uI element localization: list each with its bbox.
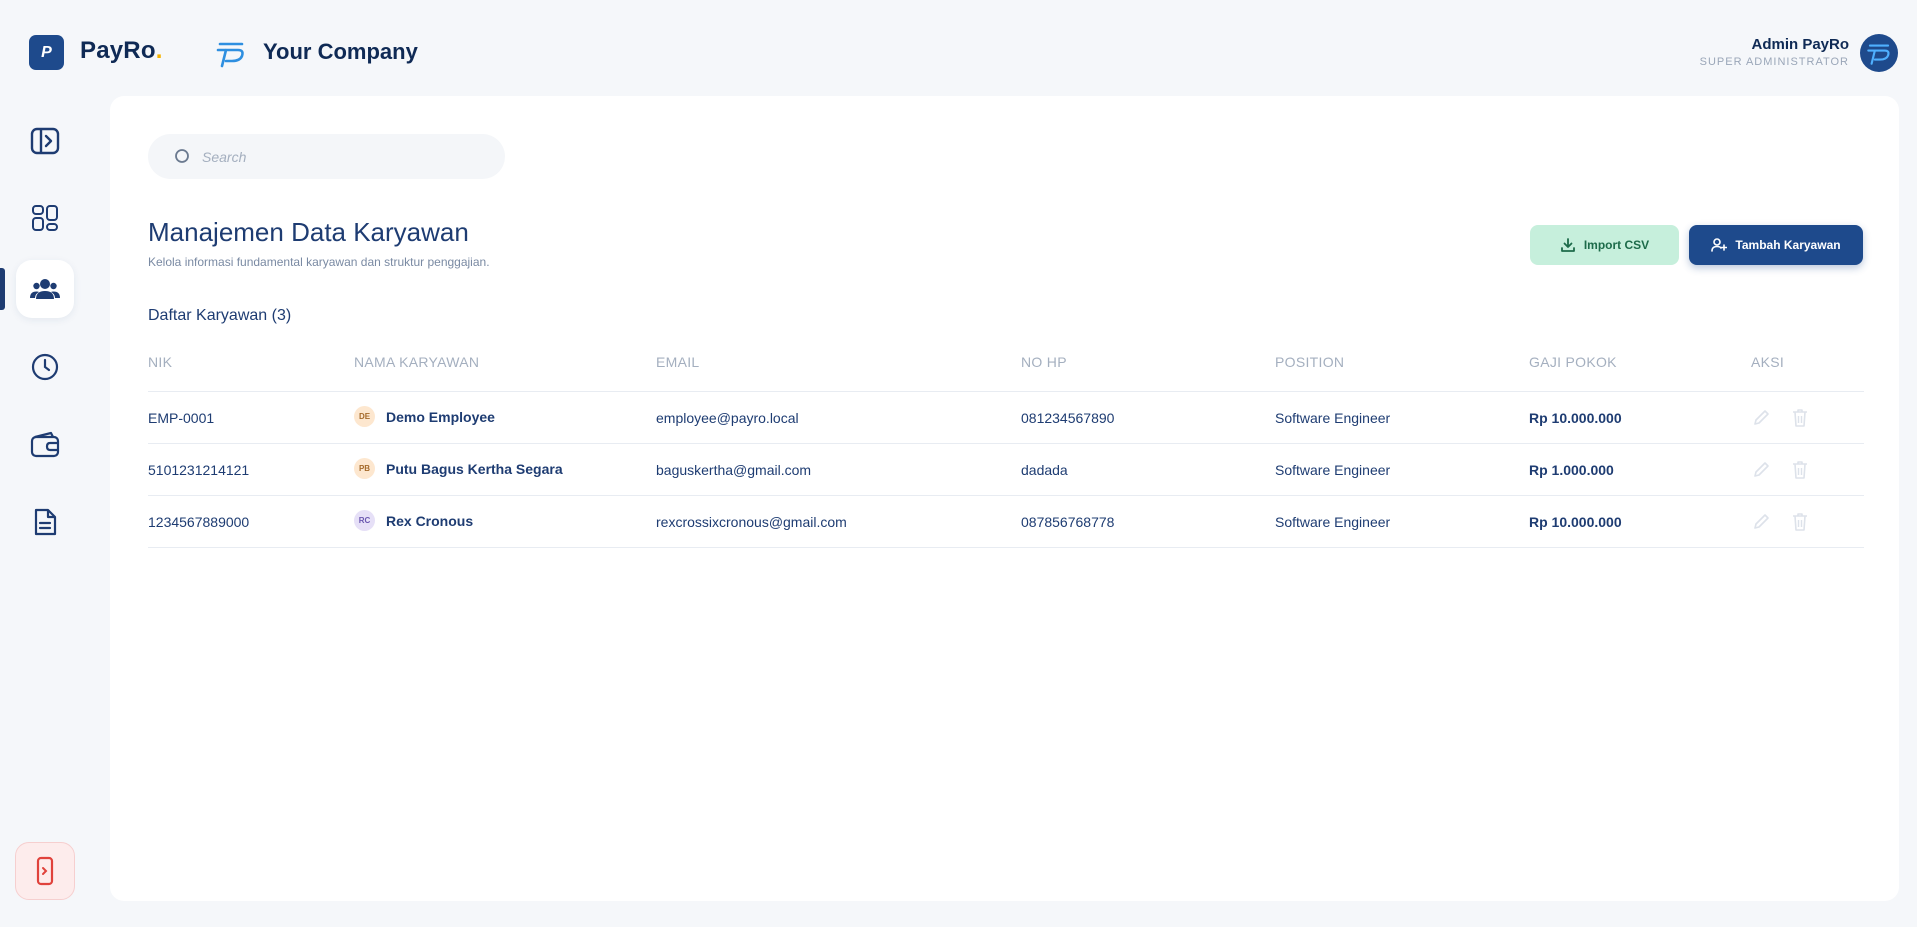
sidebar-item-employees[interactable]: [16, 260, 74, 318]
user-name: Admin PayRo: [1751, 36, 1849, 53]
column-header-actions: AKSI: [1751, 354, 1785, 370]
logout-icon: [36, 856, 54, 886]
list-title-text: Daftar Karyawan: [148, 307, 268, 324]
table-row[interactable]: 1234567889000 RC Rex Cronous rexcrossixc…: [148, 496, 1864, 548]
page-subtitle: Kelola informasi fundamental karyawan da…: [148, 255, 490, 269]
employee-table: NIK NAMA KARYAWAN EMAIL NO HP POSITION G…: [148, 354, 1864, 548]
cell-email: employee@payro.local: [656, 410, 799, 426]
active-indicator: [0, 268, 5, 310]
delete-icon[interactable]: [1790, 512, 1810, 532]
column-header-phone[interactable]: NO HP: [1021, 354, 1067, 370]
add-employee-label: Tambah Karyawan: [1735, 238, 1841, 252]
edit-icon[interactable]: [1751, 460, 1771, 480]
search-icon: [175, 148, 189, 163]
table-header: NIK NAMA KARYAWAN EMAIL NO HP POSITION G…: [148, 354, 1864, 392]
cell-email: baguskertha@gmail.com: [656, 462, 812, 478]
user-avatar-icon: [1867, 44, 1890, 65]
search-input[interactable]: [202, 148, 482, 165]
employee-avatar: DE: [354, 406, 375, 427]
add-employee-button[interactable]: Tambah Karyawan: [1689, 225, 1863, 265]
cell-name: DE Demo Employee: [354, 406, 495, 427]
user-avatar[interactable]: [1860, 34, 1898, 72]
search-box[interactable]: [148, 134, 505, 179]
column-header-name[interactable]: NAMA KARYAWAN: [354, 354, 479, 370]
table-row[interactable]: 5101231214121 PB Putu Bagus Kertha Segar…: [148, 444, 1864, 496]
cell-email: rexcrossixcronous@gmail.com: [656, 514, 847, 530]
sidebar: [0, 96, 110, 927]
company-name: Your Company: [263, 39, 418, 64]
cell-position: Software Engineer: [1275, 410, 1391, 426]
list-count: (3): [271, 307, 292, 324]
main-panel: Manajemen Data Karyawan Kelola informasi…: [110, 96, 1899, 901]
sidebar-item-attendance[interactable]: [16, 338, 74, 396]
employee-name: Putu Bagus Kertha Segara: [386, 460, 563, 477]
cell-phone: dadada: [1021, 462, 1068, 478]
dashboard-icon: [32, 205, 58, 231]
cell-nik: 5101231214121: [148, 462, 250, 478]
cell-position: Software Engineer: [1275, 462, 1391, 478]
document-icon: [34, 508, 57, 536]
wallet-icon: [30, 431, 60, 458]
user-role: SUPER ADMINISTRATOR: [1699, 56, 1849, 68]
brand-logo[interactable]: P: [29, 35, 64, 70]
column-header-email[interactable]: EMAIL: [656, 354, 700, 370]
cell-phone: 081234567890: [1021, 410, 1115, 426]
brand-name: PayRo.: [80, 37, 163, 65]
column-header-position[interactable]: POSITION: [1275, 354, 1344, 370]
brand-dot: .: [155, 37, 163, 64]
delete-icon[interactable]: [1790, 408, 1810, 428]
import-csv-button[interactable]: Import CSV: [1530, 225, 1679, 265]
cell-name: RC Rex Cronous: [354, 510, 473, 531]
add-user-icon: [1711, 238, 1728, 252]
sidebar-item-payroll[interactable]: [16, 416, 74, 474]
cell-nik: 1234567889000: [148, 514, 250, 530]
sidebar-item-reports[interactable]: [16, 493, 74, 551]
clock-icon: [31, 353, 59, 381]
sidebar-toggle-icon: [30, 127, 60, 155]
delete-icon[interactable]: [1790, 460, 1810, 480]
cell-nik: EMP-0001: [148, 410, 215, 426]
column-header-salary[interactable]: GAJI POKOK: [1529, 354, 1617, 370]
edit-icon[interactable]: [1751, 408, 1771, 428]
edit-icon[interactable]: [1751, 512, 1771, 532]
download-icon: [1560, 238, 1575, 252]
table-row[interactable]: EMP-0001 DE Demo Employee employee@payro…: [148, 392, 1864, 444]
cell-salary: Rp 10.000.000: [1529, 514, 1622, 530]
logout-button[interactable]: [15, 842, 75, 900]
cell-position: Software Engineer: [1275, 514, 1391, 530]
cell-name: PB Putu Bagus Kertha Segara: [354, 458, 563, 479]
sidebar-item-dashboard[interactable]: [16, 189, 74, 247]
list-title: Daftar Karyawan (3): [148, 307, 291, 325]
employee-name: Rex Cronous: [386, 512, 474, 529]
employee-avatar: PB: [354, 458, 375, 479]
import-csv-label: Import CSV: [1583, 238, 1650, 252]
sidebar-item-toggle[interactable]: [16, 112, 74, 170]
page-title: Manajemen Data Karyawan: [148, 217, 469, 247]
brand-name-text: PayRo: [80, 37, 156, 64]
users-icon: [30, 279, 60, 299]
top-bar: P PayRo. Your Company Admin PayRo SUPER …: [0, 0, 1917, 96]
cell-salary: Rp 1.000.000: [1529, 462, 1614, 478]
cell-phone: 087856768778: [1021, 514, 1115, 530]
cell-salary: Rp 10.000.000: [1529, 410, 1622, 426]
employee-name: Demo Employee: [386, 408, 495, 425]
column-header-nik[interactable]: NIK: [148, 354, 172, 370]
employee-avatar: RC: [354, 510, 375, 531]
company-logo-icon: [216, 42, 244, 68]
